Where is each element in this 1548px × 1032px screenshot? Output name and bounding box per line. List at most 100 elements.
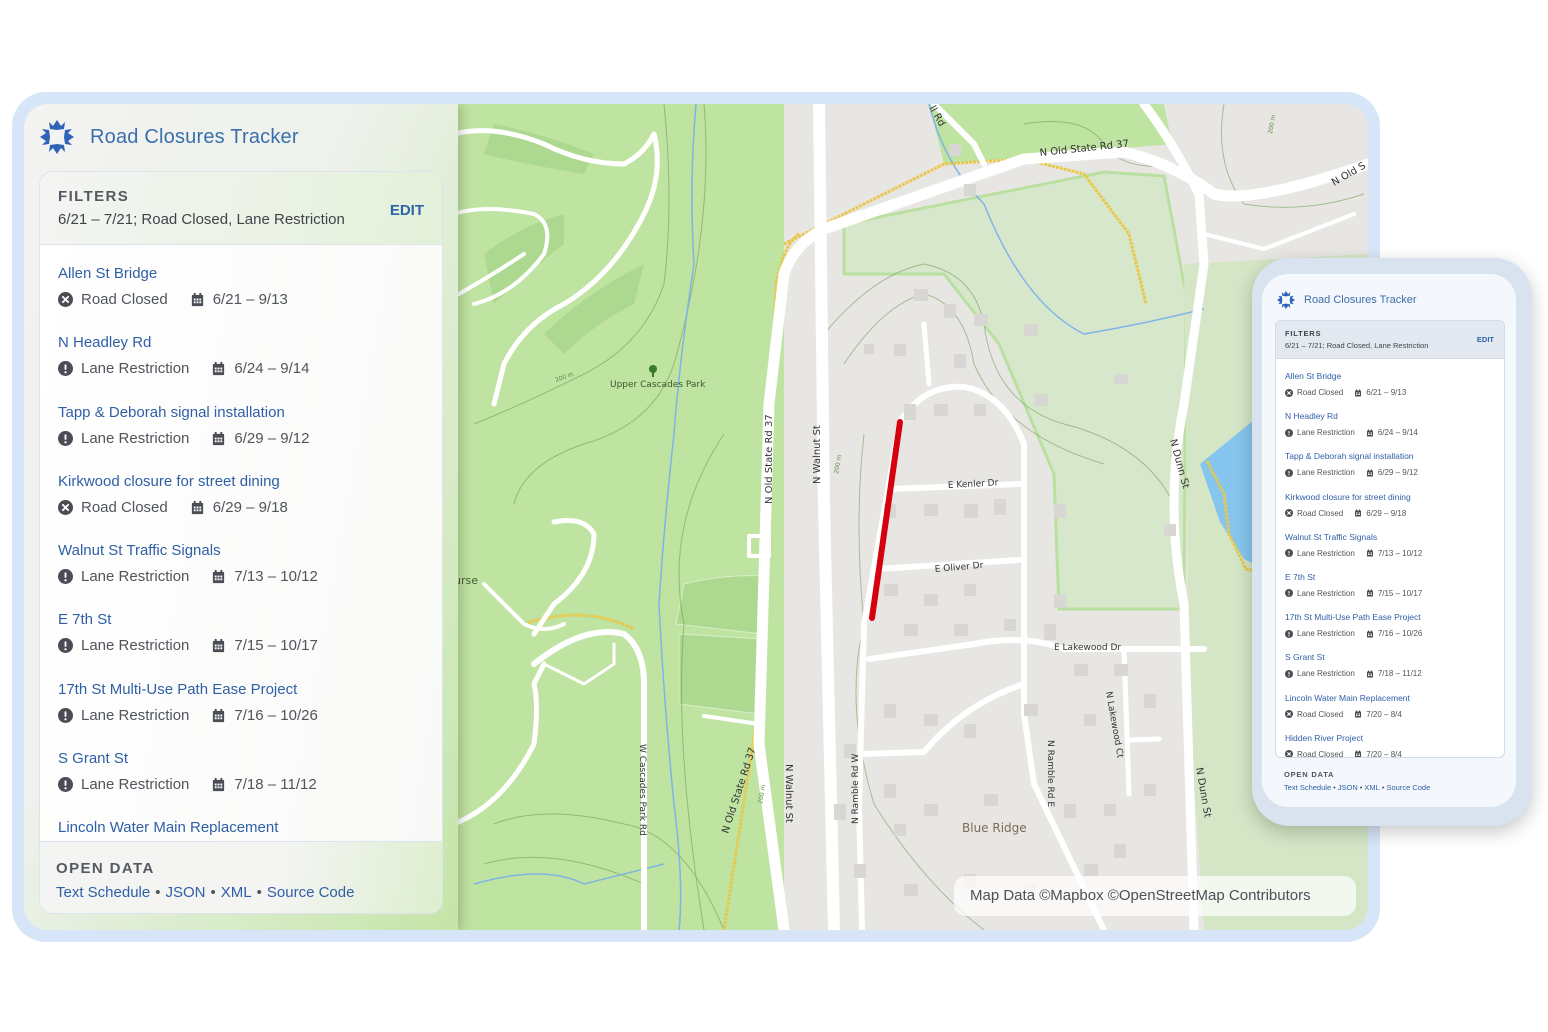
mobile-xml-link[interactable]: XML [1364,783,1379,792]
closure-type: Lane Restriction [58,568,189,585]
mobile-edit-filters-button[interactable]: EDIT [1477,335,1494,344]
calendar-icon [213,708,225,722]
closure-name[interactable]: Walnut St Traffic Signals [58,542,424,559]
closure-date-range: 7/15 – 10/17 [234,637,318,655]
mobile-closure-type-label: Road Closed [1297,709,1344,719]
closure-name[interactable]: Kirkwood closure for street dining [58,473,424,490]
mobile-closure-name[interactable]: Tapp & Deborah signal installation [1285,451,1495,461]
exclamation-circle-icon [1285,549,1293,558]
building [1144,784,1156,796]
closure-name[interactable]: Tapp & Deborah signal installation [58,404,424,421]
closure-date-range: 6/29 – 9/18 [212,498,288,516]
closure-meta: Road Closed 6/21 – 9/13 [58,291,424,308]
mobile-closure-name[interactable]: Allen St Bridge [1285,371,1495,381]
closure-list-item[interactable]: E 7th St Lane Restriction 7/15 – 10/17 [58,591,424,660]
mobile-source-code-link[interactable]: Source Code [1386,783,1430,792]
closure-name[interactable]: N Headley Rd [58,334,424,351]
map-attribution: Map Data ©Mapbox ©OpenStreetMap Contribu… [954,876,1356,916]
mobile-closure-list-item[interactable]: Kirkwood closure for street dining Road … [1285,480,1495,520]
mobile-closure-date-range: 6/29 – 9/18 [1366,508,1407,518]
closure-list-item[interactable]: 17th St Multi-Use Path Ease Project Lane… [58,661,424,730]
mobile-closure-name[interactable]: Kirkwood closure for street dining [1285,492,1495,502]
mobile-closure-name[interactable]: Walnut St Traffic Signals [1285,532,1495,542]
building [1044,624,1056,640]
mobile-text-schedule-link[interactable]: Text Schedule [1284,783,1331,792]
mobile-closure-date-range: 7/20 – 8/4 [1366,749,1402,758]
mobile-closure-name[interactable]: Lincoln Water Main Replacement [1285,693,1495,703]
closure-list-item[interactable]: S Grant St Lane Restriction 7/18 – 11/12 [58,730,424,799]
json-link[interactable]: JSON [166,884,206,901]
mobile-closure-name[interactable]: N Headley Rd [1285,411,1495,421]
open-data-links: Text Schedule • JSON • XML • Source Code [56,884,426,901]
closure-type: Lane Restriction [58,637,189,654]
mobile-closures-panel: FILTERS 6/21 – 7/21; Road Closed, Lane R… [1275,320,1505,758]
mobile-closure-meta: Road Closed 6/29 – 9/18 [1285,509,1495,518]
closure-list[interactable]: Allen St Bridge Road Closed 6/21 – 9/13 … [40,245,442,841]
mobile-open-data-section: OPEN DATA Text Schedule • JSON • XML • Source … [1284,770,1430,792]
mobile-closure-name[interactable]: S Grant St [1285,652,1495,662]
closure-list-item[interactable]: Kirkwood closure for street dining Road … [58,453,424,522]
closure-name[interactable]: S Grant St [58,750,424,767]
mobile-closure-type-label: Lane Restriction [1297,629,1355,639]
building [864,344,874,354]
closure-dates: 7/16 – 10/26 [211,707,318,724]
building [994,499,1006,515]
map-label: N Walnut St [783,764,794,823]
building [1054,594,1066,608]
closure-dates: 7/13 – 10/12 [211,568,318,585]
closure-date-range: 7/18 – 11/12 [234,776,317,794]
exclamation-circle-icon [58,361,73,377]
building [1104,804,1116,816]
closure-dates: 6/29 – 9/18 [190,499,288,516]
closure-type: Lane Restriction [58,430,189,447]
source-code-link[interactable]: Source Code [267,884,355,901]
open-data-label: OPEN DATA [56,860,155,877]
mobile-closure-list-item[interactable]: S Grant St Lane Restriction 7/18 – 11/12 [1285,640,1495,680]
closure-name[interactable]: E 7th St [58,611,424,628]
filters-summary: 6/21 – 7/21; Road Closed, Lane Restricti… [58,211,345,228]
closure-name[interactable]: 17th St Multi-Use Path Ease Project [58,681,424,698]
map-label: Blue Ridge [962,821,1027,835]
closure-name[interactable]: Lincoln Water Main Replacement [58,819,424,836]
closure-name[interactable]: Allen St Bridge [58,265,424,282]
mobile-closure-type: Road Closed [1285,750,1343,757]
closure-list-item[interactable]: Walnut St Traffic Signals Lane Restricti… [58,522,424,591]
mobile-closure-list-item[interactable]: Allen St Bridge Road Closed 6/21 – 9/13 [1285,359,1495,399]
building [884,584,898,596]
mobile-app-title: Road Closures Tracker [1304,294,1417,306]
mobile-closure-name[interactable]: E 7th St [1285,572,1495,582]
mobile-closure-name[interactable]: Hidden River Project [1285,733,1495,743]
link-separator: • [256,884,262,901]
mobile-closure-list-item[interactable]: Tapp & Deborah signal installation Lane … [1285,439,1495,479]
mobile-closure-list-item[interactable]: N Headley Rd Lane Restriction 6/24 – 9/1… [1285,399,1495,439]
mobile-json-link[interactable]: JSON [1338,783,1358,792]
building [854,864,866,878]
closure-meta: Lane Restriction 7/13 – 10/12 [58,568,424,585]
building [1024,324,1038,336]
exclamation-circle-icon [1285,629,1293,638]
mobile-closure-list-item[interactable]: Hidden River Project Road Closed 7/20 – … [1285,721,1495,758]
xml-link[interactable]: XML [221,884,252,901]
text-schedule-link[interactable]: Text Schedule [56,884,150,901]
mobile-closure-type-label: Road Closed [1297,388,1344,397]
mobile-closure-list-item[interactable]: Walnut St Traffic Signals Lane Restricti… [1285,520,1495,560]
building [904,404,916,420]
brand-header: Road Closures Tracker [38,118,299,156]
closure-list-item[interactable]: Tapp & Deborah signal installation Lane … [58,384,424,453]
edit-filters-button[interactable]: EDIT [390,202,424,219]
mobile-closure-type-label: Road Closed [1297,508,1344,518]
mobile-closure-list-item[interactable]: E 7th St Lane Restriction 7/15 – 10/17 [1285,560,1495,600]
closure-list-item[interactable]: Lincoln Water Main Replacement Road Clos… [58,799,424,841]
open-data-section: OPEN DATA Text Schedule • JSON • XML • Source … [40,841,442,913]
mobile-closure-list-item[interactable]: Lincoln Water Main Replacement Road Clos… [1285,681,1495,721]
mobile-open-data-label: OPEN DATA [1284,770,1335,779]
mobile-closure-list[interactable]: Allen St Bridge Road Closed 6/21 – 9/13 … [1276,359,1504,758]
mobile-closure-list-item[interactable]: 17th St Multi-Use Path Ease Project Lane… [1285,600,1495,640]
building [924,804,938,816]
building [1084,864,1098,876]
closure-list-item[interactable]: N Headley Rd Lane Restriction 6/24 – 9/1… [58,314,424,383]
closure-meta: Lane Restriction 7/16 – 10/26 [58,707,424,724]
mobile-closure-name[interactable]: 17th St Multi-Use Path Ease Project [1285,612,1495,622]
closure-list-item[interactable]: Allen St Bridge Road Closed 6/21 – 9/13 [58,245,424,314]
building [1084,714,1096,726]
